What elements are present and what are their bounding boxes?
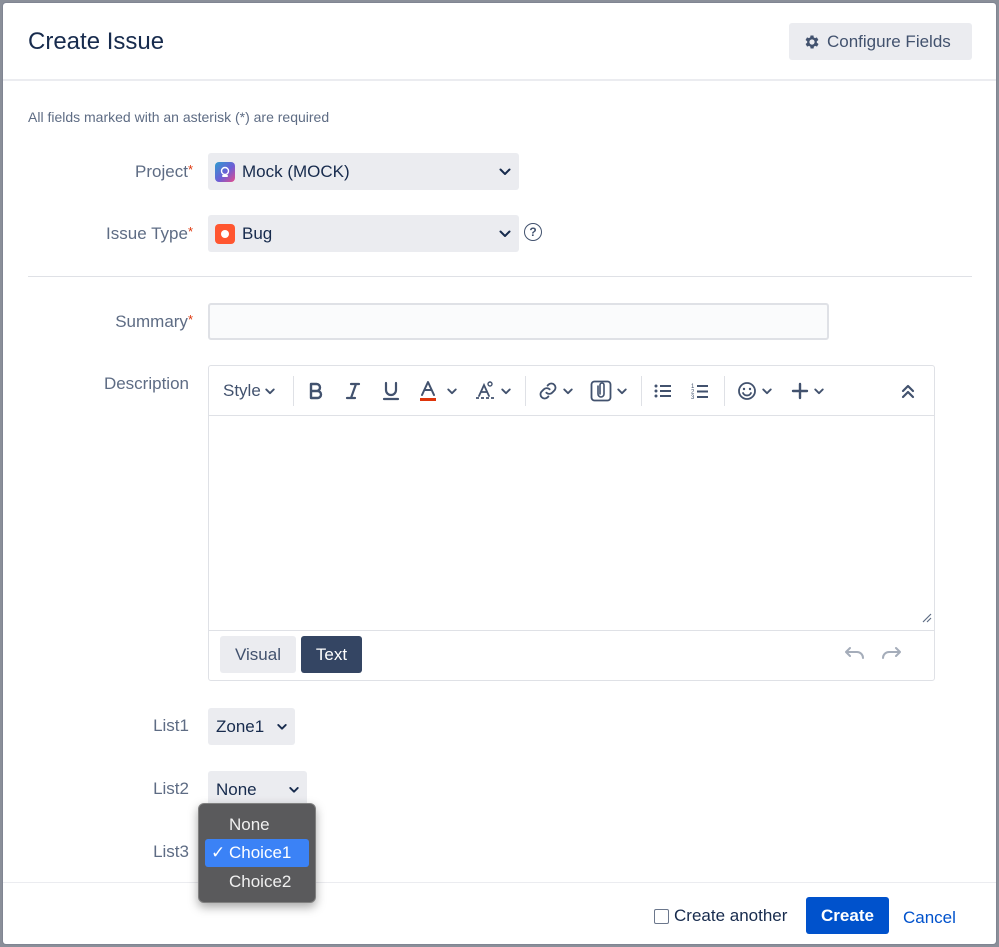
- description-textarea[interactable]: [209, 417, 934, 630]
- dropdown-option-none[interactable]: None: [205, 811, 309, 839]
- required-marker: *: [187, 312, 193, 327]
- list1-label: List1: [153, 716, 189, 735]
- required-marker: *: [187, 224, 193, 239]
- bullet-list-icon[interactable]: [654, 366, 672, 416]
- list1-value: Zone1: [216, 716, 265, 736]
- chevron-down-icon: [277, 723, 287, 730]
- dialog-header: Create Issue Configure Fields: [3, 3, 996, 81]
- summary-label-text: Summary: [115, 312, 188, 331]
- project-label-text: Project: [135, 162, 188, 181]
- italic-icon[interactable]: [345, 366, 361, 416]
- gear-icon: [803, 33, 821, 51]
- chevron-down-icon: [501, 388, 511, 395]
- required-marker: *: [187, 162, 193, 177]
- emoji-icon[interactable]: [737, 366, 772, 416]
- dropdown-option-choice1[interactable]: ✓ Choice1: [205, 839, 309, 867]
- section-divider: [28, 276, 972, 277]
- numbered-list-icon[interactable]: 123: [691, 366, 709, 416]
- issue-type-select[interactable]: Bug: [208, 215, 519, 252]
- create-issue-dialog: Create Issue Configure Fields All fields…: [3, 3, 996, 944]
- description-label: Description: [103, 374, 189, 393]
- chevron-down-icon: [499, 230, 511, 238]
- style-label: Style: [223, 381, 261, 400]
- option-label: Choice1: [229, 843, 292, 862]
- create-another-label: Create another: [674, 906, 788, 925]
- project-value: Mock (MOCK): [242, 161, 350, 181]
- bug-icon: [215, 223, 235, 244]
- chevron-down-icon: [762, 388, 772, 395]
- collapse-icon[interactable]: [901, 366, 915, 416]
- underline-icon[interactable]: [382, 366, 400, 416]
- project-avatar-icon: [215, 161, 235, 182]
- undo-icon[interactable]: [845, 645, 865, 664]
- issue-type-label: Issue Type*: [3, 224, 193, 244]
- summary-label: Summary*: [3, 312, 193, 332]
- chevron-down-icon: [617, 388, 627, 395]
- toolbar-separator: [724, 376, 725, 406]
- create-another-checkbox[interactable]: Create another: [654, 906, 787, 926]
- issue-type-value: Bug: [242, 223, 273, 243]
- text-effects-icon[interactable]: [475, 366, 511, 416]
- style-dropdown[interactable]: Style: [223, 366, 275, 416]
- chevron-down-icon: [499, 168, 511, 176]
- issue-type-label-text: Issue Type: [106, 224, 188, 243]
- insert-plus-icon[interactable]: [791, 366, 824, 416]
- option-label: None: [229, 815, 270, 834]
- help-icon[interactable]: ?: [524, 223, 542, 241]
- link-icon[interactable]: [538, 366, 573, 416]
- description-editor: Style 1 2 3 Visual Text: [208, 365, 935, 681]
- project-select[interactable]: Mock (MOCK): [208, 153, 519, 190]
- summary-input[interactable]: [208, 303, 829, 340]
- chevron-down-icon: [814, 388, 824, 395]
- editor-footer: Visual Text: [209, 630, 934, 680]
- chevron-down-icon: [447, 388, 457, 395]
- configure-fields-label: Configure Fields: [827, 31, 951, 51]
- dialog-title: Create Issue: [28, 28, 165, 55]
- required-note: All fields marked with an asterisk (*) a…: [28, 109, 330, 125]
- text-color-icon[interactable]: [419, 366, 457, 416]
- redo-icon[interactable]: [881, 645, 901, 664]
- create-button[interactable]: Create: [806, 897, 889, 934]
- toolbar-separator: [293, 376, 294, 406]
- chevron-down-icon: [289, 786, 299, 793]
- list1-select[interactable]: Zone1: [208, 708, 295, 745]
- footer-divider: [3, 882, 996, 883]
- option-label: Choice2: [229, 872, 292, 891]
- list2-value: None: [216, 779, 257, 799]
- configure-fields-button[interactable]: Configure Fields: [789, 23, 972, 60]
- svg-text:3: 3: [691, 395, 695, 400]
- chevron-down-icon: [563, 388, 573, 395]
- list2-label: List2: [153, 779, 189, 798]
- visual-mode-tab[interactable]: Visual: [220, 636, 296, 673]
- toolbar-separator: [641, 376, 642, 406]
- cancel-link[interactable]: Cancel: [903, 908, 956, 928]
- editor-toolbar: Style 1 2 3: [209, 366, 934, 416]
- dropdown-option-choice2[interactable]: Choice2: [205, 868, 309, 896]
- project-label: Project*: [3, 162, 193, 182]
- list2-dropdown-menu: None ✓ Choice1 Choice2: [198, 803, 316, 903]
- bold-icon[interactable]: [307, 366, 325, 416]
- chevron-down-icon: [265, 388, 275, 395]
- list3-label: List3: [153, 842, 189, 861]
- toolbar-separator: [525, 376, 526, 406]
- resize-grip-icon[interactable]: [922, 610, 932, 628]
- checkmark-icon: ✓: [211, 843, 226, 862]
- attachment-icon[interactable]: [590, 366, 627, 416]
- checkbox-box[interactable]: [654, 908, 669, 924]
- text-mode-tab[interactable]: Text: [301, 636, 362, 673]
